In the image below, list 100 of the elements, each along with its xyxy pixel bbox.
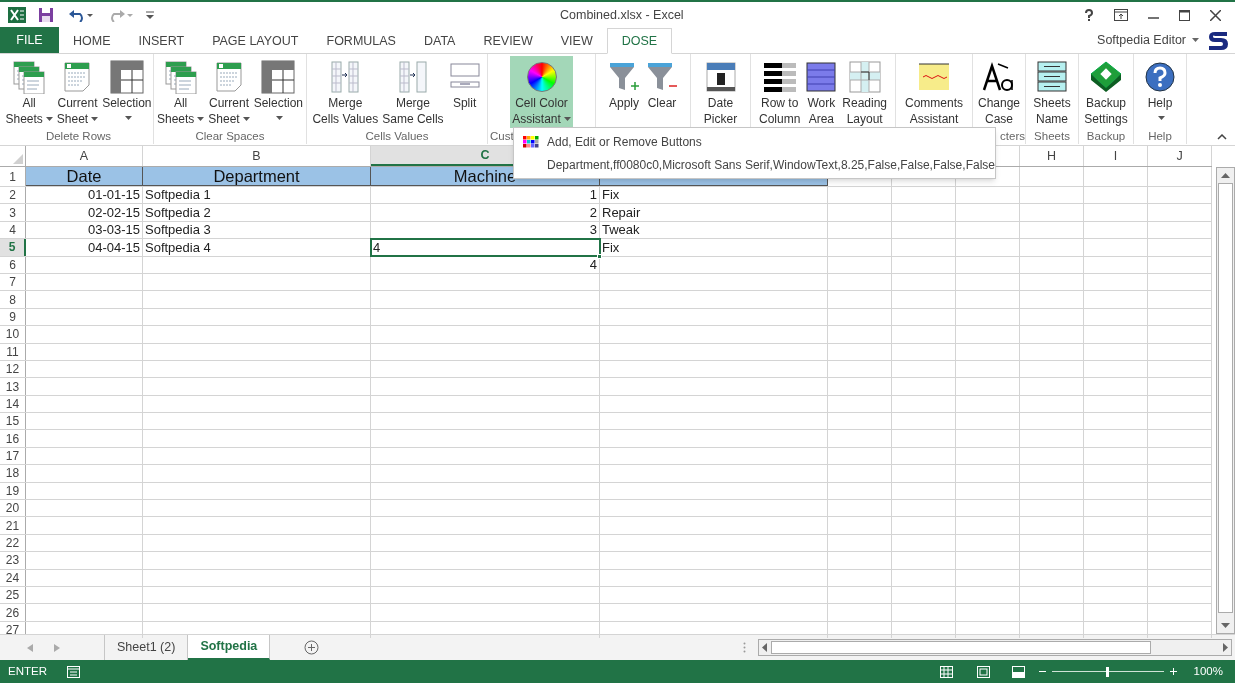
ribbon-button[interactable]: Clear [643,56,681,128]
file-tab[interactable]: FILE [0,27,59,53]
row-header[interactable]: 16 [0,430,26,447]
row-header[interactable]: 24 [0,569,26,586]
ribbon-button[interactable]: Current Sheet [54,56,101,128]
ribbon-button[interactable]: Selection [251,56,306,128]
grid-icon [261,60,296,94]
table-cell-text: 4 [588,256,598,274]
status-mode: ENTER [8,663,47,679]
spreadsheet-app-icon[interactable] [8,7,26,23]
row-header[interactable]: 8 [0,291,26,308]
ribbon-button[interactable]: Backup Settings [1082,56,1130,128]
ribbon-button[interactable]: Reading Layout [840,56,890,128]
collapse-ribbon-icon[interactable] [1217,134,1227,140]
ribbon-tab[interactable]: VIEW [546,28,607,54]
ribbon-tab[interactable]: HOME [59,28,125,54]
account-name[interactable]: Softpedia Editor [1097,30,1186,50]
ribbon-tab[interactable]: REVIEW [469,28,547,54]
zoom-in-icon[interactable] [1169,668,1177,675]
row-header[interactable]: 6 [0,256,26,273]
customize-toolbar-icon[interactable] [146,11,154,19]
normal-view-icon[interactable] [939,665,953,678]
caret-icon[interactable] [1192,38,1199,42]
ribbon-button[interactable]: Change Case [975,56,1022,128]
ribbon-display-icon[interactable] [1114,9,1128,21]
ribbon-button[interactable]: Merge Same Cells [380,56,446,128]
row-header[interactable]: 22 [0,534,26,552]
table-cell-text: Repair [601,203,642,222]
ribbon-tab[interactable]: INSERT [124,28,199,54]
close-icon[interactable] [1210,9,1221,21]
horizontal-scrollbar[interactable] [758,639,1233,656]
table-cell-text: Softpedia 3 [144,221,212,240]
ribbon-button[interactable]: Merge Cells Values [310,56,381,128]
table-cell-text: Softpedia 2 [144,203,212,222]
ribbon-button[interactable]: Sheets Name [1031,56,1073,128]
more-options-icon[interactable] [743,642,747,653]
row-header[interactable]: 7 [0,273,26,291]
page-break-icon[interactable] [1011,665,1025,678]
window-title: Combined.xlsx - Excel [560,6,684,24]
row-header[interactable]: 12 [0,360,26,378]
ribbon-tab[interactable]: FORMULAS [312,28,410,54]
table-cell-text: Date [65,165,103,187]
vertical-scrollbar[interactable] [1216,167,1235,634]
row-header[interactable]: 21 [0,517,26,534]
ribbon-button[interactable]: Cell Color Assistant [510,56,573,128]
undo-icon[interactable] [68,8,94,22]
stacked-sheets-icon [12,60,47,94]
ribbon-button[interactable]: Comments Assistant [903,56,965,128]
row-header[interactable]: 26 [0,604,26,621]
row-header[interactable]: 4 [0,221,26,239]
row-header[interactable]: 10 [0,326,26,343]
row-header[interactable]: 25 [0,587,26,604]
maximize-icon[interactable] [1179,9,1190,21]
column-header[interactable]: H [1020,146,1084,166]
page-layout-icon[interactable] [976,665,990,678]
row-header[interactable]: 23 [0,552,26,569]
zoom-slider[interactable] [1051,666,1164,677]
save-icon[interactable] [38,7,54,23]
row-header[interactable]: 18 [0,465,26,482]
ribbon-button[interactable]: Work Area [802,56,841,128]
ribbon-button[interactable]: All Sheets [3,56,55,128]
row-header[interactable]: 2 [0,187,26,204]
ribbon-button[interactable]: Selection [100,56,154,128]
add-sheet-icon[interactable] [304,640,320,655]
ribbon-tab[interactable]: PAGE LAYOUT [198,28,313,54]
column-header[interactable]: A [26,146,143,166]
macro-record-icon[interactable] [67,665,80,678]
row-header[interactable]: 5 [0,239,26,256]
zoom-out-icon[interactable] [1038,668,1046,675]
row-header[interactable]: 14 [0,395,26,413]
row-header[interactable]: 19 [0,482,26,500]
ribbon-button[interactable]: All Sheets [154,56,207,128]
table-cell-text: Fix [601,186,621,205]
group-label: Clear Spaces [195,129,265,144]
highlighted-grid-icon [847,60,882,94]
ribbon-tab[interactable]: DATA [409,28,470,54]
fill-handle[interactable] [597,253,602,259]
ribbon-button[interactable]: Split [445,56,484,128]
row-header[interactable]: 20 [0,500,26,517]
ribbon-button[interactable]: Help [1142,56,1178,128]
row-header[interactable]: 13 [0,378,26,395]
row-header[interactable]: 9 [0,308,26,326]
row-header[interactable]: 15 [0,413,26,430]
sheet-tab[interactable]: Softpedia [188,635,271,660]
column-header[interactable]: J [1148,146,1212,166]
ribbon-button[interactable]: Apply [605,56,643,128]
group-label: Help [1148,129,1172,144]
column-header[interactable]: I [1084,146,1148,166]
ribbon-button[interactable]: Date Picker [701,56,740,128]
table-cell-text: 3 [588,221,598,240]
table-cell-text: Tweak [601,221,641,240]
ribbon-tab[interactable]: DOSE [606,28,673,54]
ribbon-button[interactable]: Row to Column [756,56,803,128]
row-header[interactable]: 3 [0,204,26,221]
row-header[interactable]: 11 [0,343,26,360]
help-icon[interactable] [1084,9,1094,21]
row-header[interactable]: 17 [0,447,26,465]
ribbon-button[interactable]: Current Sheet [206,56,252,128]
zoom-level[interactable]: 100% [1193,662,1223,681]
group-label: Cust [490,129,514,144]
